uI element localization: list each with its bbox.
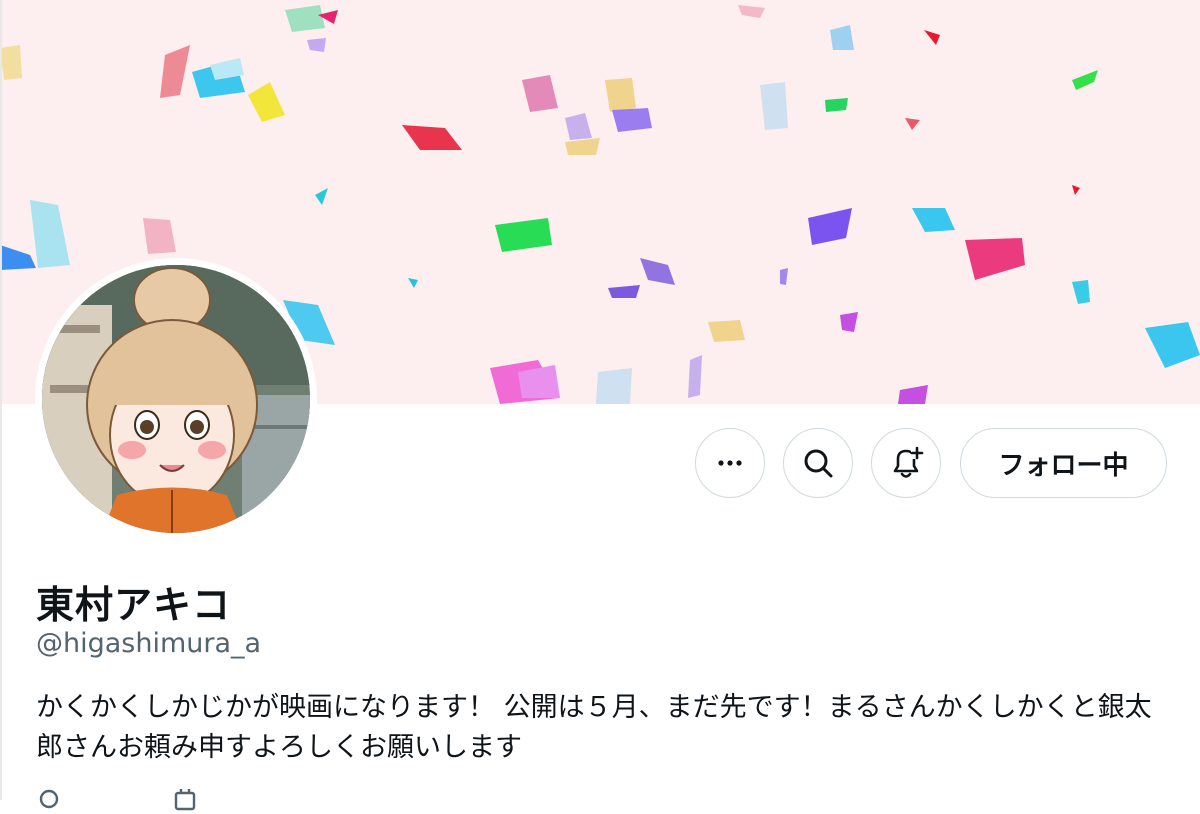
notifications-button[interactable]	[871, 428, 941, 498]
page-left-border	[0, 0, 2, 800]
profile-bio: かくかくしかじかが映画になります！ 公開は５月、まだ先です！まるさんかくしかくと…	[36, 692, 1152, 763]
display-name: 東村アキコ	[36, 583, 232, 627]
following-button[interactable]: フォロー中	[960, 428, 1167, 498]
bell-plus-icon	[893, 446, 924, 478]
user-handle: @higashimura_a	[36, 628, 262, 659]
more-horizontal-icon	[718, 460, 742, 466]
location-icon	[39, 789, 59, 809]
avatar[interactable]	[42, 265, 310, 533]
more-options-button[interactable]	[695, 428, 765, 498]
search-icon	[804, 449, 833, 478]
profile-meta-row	[36, 788, 198, 814]
avatar-illustration	[42, 265, 310, 533]
search-button[interactable]	[783, 428, 853, 498]
calendar-icon	[174, 789, 196, 811]
